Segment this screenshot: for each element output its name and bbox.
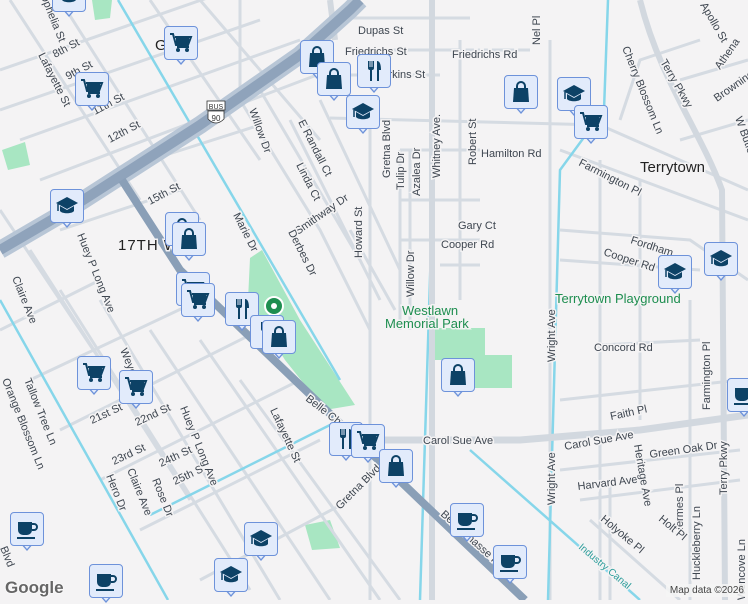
street-label: Nel Pl [531, 16, 543, 45]
school-marker[interactable] [244, 522, 278, 562]
street-label: Gretna Blvd [334, 463, 384, 513]
location-pin[interactable] [264, 296, 284, 316]
shopping-bag-marker[interactable] [172, 222, 206, 262]
street-label: Whitney Ave. [431, 114, 443, 178]
shopping-cart-marker[interactable] [181, 283, 215, 323]
street-label: Gary Ct [458, 220, 496, 232]
shopping-cart-icon [169, 31, 193, 55]
shopping-bag-marker[interactable] [504, 75, 538, 115]
shopping-cart-marker[interactable] [77, 356, 111, 396]
graduation-cap-icon [55, 194, 79, 218]
street-label: 15th St [146, 181, 182, 208]
street-label: Cooper Rd [441, 239, 494, 251]
shopping-cart-icon [124, 375, 148, 399]
graduation-cap-icon [709, 247, 733, 271]
graduation-cap-icon [57, 0, 81, 7]
street-label: Howard St [353, 207, 365, 258]
street-label: Gretna Blvd [381, 120, 393, 178]
coffee-cup-icon [455, 508, 479, 532]
shopping-bag-marker[interactable] [379, 449, 413, 489]
google-logo: Google [5, 578, 64, 597]
shopping-cart-marker[interactable] [574, 105, 608, 145]
street-label: Willow Dr [405, 250, 417, 297]
coffee-cup-icon [94, 569, 118, 593]
street-label: Huey P Long Ave [74, 232, 117, 315]
coffee-cup-icon [732, 383, 748, 407]
shopping-cart-icon [80, 77, 104, 101]
street-label: Marie Dr [230, 211, 260, 254]
shopping-bag-icon [267, 325, 291, 349]
street-label: Claire Ave [124, 467, 154, 518]
street-label: Terry Pkwy [657, 58, 695, 111]
street-label: Faith Pl [609, 403, 648, 422]
cafe-marker[interactable] [493, 545, 527, 585]
coffee-cup-icon [498, 550, 522, 574]
street-label: Apollo St [697, 1, 729, 45]
cafe-marker[interactable] [10, 512, 44, 552]
school-marker[interactable] [346, 95, 380, 135]
shield-number: 90 [212, 114, 221, 123]
street-label: Terry Pkwy [718, 441, 730, 495]
street-label: W Butler [732, 115, 748, 159]
school-marker[interactable] [704, 242, 738, 282]
graduation-cap-icon [351, 100, 375, 124]
graduation-cap-icon [663, 260, 687, 284]
shopping-bag-icon [384, 454, 408, 478]
street-label: Dupas St [358, 25, 403, 37]
shopping-bag-icon [322, 67, 346, 91]
school-marker[interactable] [658, 255, 692, 295]
map-attribution[interactable]: Map data ©2026 [665, 584, 748, 597]
shopping-cart-marker[interactable] [119, 370, 153, 410]
shopping-cart-icon [579, 110, 603, 134]
shopping-cart-icon [186, 288, 210, 312]
shopping-bag-icon [177, 227, 201, 251]
street-label: Hamilton Rd [481, 148, 542, 160]
route-shield-bus-90: BUS 90 [206, 100, 226, 124]
restaurant-marker[interactable] [357, 54, 391, 94]
coffee-cup-icon [15, 517, 39, 541]
shopping-cart-marker[interactable] [164, 26, 198, 66]
street-label: Huckleberry Ln [691, 506, 703, 580]
shopping-cart-icon [82, 361, 106, 385]
school-marker[interactable] [50, 189, 84, 229]
graduation-cap-icon [219, 563, 243, 587]
cafe-marker[interactable] [450, 503, 484, 543]
school-marker[interactable] [214, 558, 248, 598]
street-label: Wright Ave [546, 452, 558, 505]
place-label-terrytown: Terrytown [640, 159, 705, 176]
fork-knife-icon [362, 59, 386, 83]
shopping-cart-icon [356, 429, 380, 453]
shopping-bag-marker[interactable] [262, 320, 296, 360]
street-label: Harvard Ave [577, 474, 638, 493]
street-label: Lafayette St [267, 406, 303, 464]
street-label: Tulip Dr [395, 152, 407, 190]
graduation-cap-icon [249, 527, 273, 551]
street-label: Azalea Dr [411, 147, 423, 196]
shopping-cart-marker[interactable] [75, 72, 109, 112]
street-label: Friedrichs Rd [452, 49, 517, 61]
shield-top: BUS [209, 104, 224, 111]
street-label: 12th St [106, 119, 142, 146]
shopping-bag-icon [446, 363, 470, 387]
street-label: Carol Sue Ave [423, 435, 493, 447]
cafe-marker[interactable] [727, 378, 748, 418]
school-marker[interactable] [52, 0, 86, 18]
shopping-bag-icon [509, 80, 533, 104]
graduation-cap-icon [562, 82, 586, 106]
cafe-marker[interactable] [89, 564, 123, 604]
street-label: Robert St [467, 119, 479, 165]
park-label-memorial-park: Memorial Park [385, 316, 469, 331]
shopping-bag-marker[interactable] [441, 358, 475, 398]
street-label: Concord Rd [594, 342, 653, 354]
street-label: Farmington Pl [701, 342, 713, 410]
street-label: 23rd St [110, 442, 147, 468]
street-label: Wright Ave [546, 309, 558, 362]
street-label: Browning [712, 68, 748, 104]
